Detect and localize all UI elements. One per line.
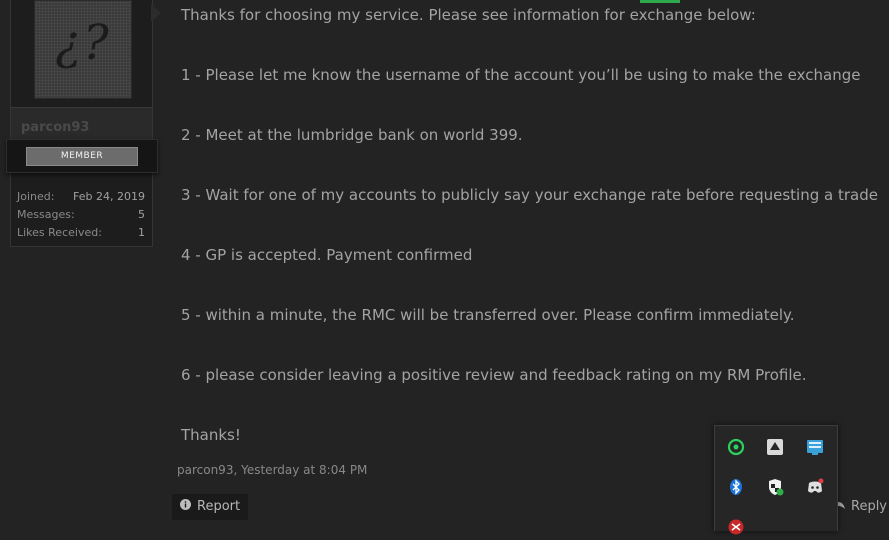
avatar[interactable]: ¿? [34, 0, 132, 99]
top-accent-bar [640, 0, 680, 3]
bluetooth-icon[interactable] [727, 478, 745, 496]
stat-label: Joined: [17, 190, 55, 203]
message-pointer-arrow [151, 4, 161, 22]
message-line: Thanks! [181, 426, 241, 444]
stat-row-joined: Joined: Feb 24, 2019 [17, 190, 145, 208]
red-app-icon[interactable] [727, 518, 745, 536]
report-label: Report [197, 499, 241, 514]
system-tray-overflow [714, 425, 838, 535]
stat-row-messages: Messages: 5 [17, 208, 145, 226]
message-line: 5 - within a minute, the RMC will be tra… [181, 306, 795, 324]
razer-cortex-icon[interactable] [727, 438, 745, 456]
meta-separator: , [233, 463, 242, 477]
stat-label: Likes Received: [17, 226, 102, 239]
message-line: Thanks for choosing my service. Please s… [181, 6, 756, 24]
message-line: 2 - Meet at the lumbridge bank on world … [181, 126, 523, 144]
reply-button[interactable]: Reply [832, 494, 887, 520]
message-line: 6 - please consider leaving a positive r… [181, 366, 807, 384]
username-box: parcon93 [11, 107, 152, 140]
post-time-link[interactable]: Yesterday at 8:04 PM [241, 463, 367, 477]
reply-label: Reply [851, 499, 888, 514]
info-icon [180, 495, 191, 519]
security-shield-icon[interactable] [766, 478, 784, 496]
stat-value[interactable]: 5 [138, 208, 145, 226]
gog-galaxy-icon[interactable] [766, 438, 784, 456]
message-line: 4 - GP is accepted. Payment confirmed [181, 246, 473, 264]
report-button[interactable]: Report [172, 494, 249, 520]
post-author-link[interactable]: parcon93 [177, 463, 233, 477]
network-monitor-icon[interactable] [806, 438, 824, 456]
message-line: 1 - Please let me know the username of t… [181, 66, 861, 84]
stat-value: Feb 24, 2019 [73, 190, 145, 203]
username-link[interactable]: parcon93 [21, 120, 89, 135]
stat-row-likes: Likes Received: 1 [17, 226, 145, 244]
message-line: 3 - Wait for one of my accounts to publi… [181, 186, 878, 204]
user-info-panel: ¿? parcon93 MEMBER Joined: Feb 24, 2019 … [6, 0, 158, 247]
post-meta: parcon93, Yesterday at 8:04 PM [177, 463, 367, 477]
avatar-placeholder-glyph: ¿? [55, 15, 111, 71]
user-stats: Joined: Feb 24, 2019 Messages: 5 Likes R… [17, 190, 145, 244]
role-badge: MEMBER [26, 147, 138, 166]
discord-icon[interactable] [806, 478, 824, 496]
stat-label: Messages: [17, 208, 75, 221]
role-ribbon: MEMBER [6, 139, 158, 173]
stat-value: 1 [138, 226, 145, 239]
